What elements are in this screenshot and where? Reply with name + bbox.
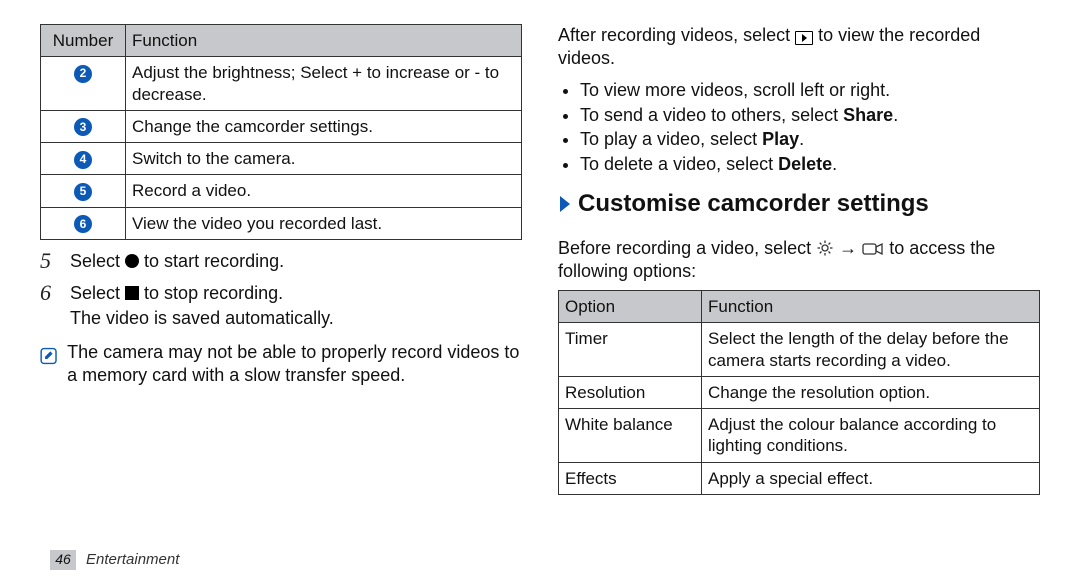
table-row: Effects Apply a special effect. bbox=[559, 462, 1040, 494]
step-body: Select to start recording. bbox=[70, 250, 522, 273]
step6-text-b: to stop recording. bbox=[144, 283, 283, 303]
step-body: Select to stop recording. The video is s… bbox=[70, 282, 522, 329]
fn-cell: Change the camcorder settings. bbox=[126, 110, 522, 142]
number-badge-6-icon: 6 bbox=[74, 215, 92, 233]
settings-gear-icon bbox=[816, 239, 834, 257]
step-5: 5 Select to start recording. bbox=[40, 250, 522, 273]
step6-sub: The video is saved automatically. bbox=[70, 307, 522, 330]
table-row: Timer Select the length of the delay bef… bbox=[559, 323, 1040, 377]
right-column: After recording videos, select to view t… bbox=[558, 24, 1040, 540]
step-6: 6 Select to stop recording. The video is… bbox=[40, 282, 522, 329]
section-heading: Customise camcorder settings bbox=[558, 189, 1040, 219]
step-number: 6 bbox=[40, 282, 60, 304]
fn-cell: Select the length of the delay before th… bbox=[702, 323, 1040, 377]
table-row: Resolution Change the resolution option. bbox=[559, 376, 1040, 408]
b1: To view more videos, scroll left or righ… bbox=[580, 80, 890, 100]
number-badge-5-icon: 5 bbox=[74, 183, 92, 201]
table-row: 3 Change the camcorder settings. bbox=[41, 110, 522, 142]
table-row: 2 Adjust the brightness; Select + to inc… bbox=[41, 57, 522, 111]
fn-cell: View the video you recorded last. bbox=[126, 207, 522, 239]
page-footer: 46 Entertainment bbox=[50, 550, 179, 570]
list-item: To delete a video, select Delete. bbox=[580, 153, 1040, 176]
note-block: The camera may not be able to properly r… bbox=[40, 341, 522, 386]
camcorder-icon bbox=[862, 241, 884, 257]
desc-mid: → bbox=[839, 238, 862, 258]
opt-cell: Timer bbox=[559, 323, 702, 377]
b3c: . bbox=[799, 129, 804, 149]
table-row: 4 Switch to the camera. bbox=[41, 143, 522, 175]
opt-cell: Effects bbox=[559, 462, 702, 494]
opt-cell: White balance bbox=[559, 409, 702, 463]
opt-cell: Resolution bbox=[559, 376, 702, 408]
b2c: . bbox=[893, 105, 898, 125]
th-function: Function bbox=[126, 25, 522, 57]
b2a: To send a video to others, select bbox=[580, 105, 843, 125]
step5-text-b: to start recording. bbox=[144, 251, 284, 271]
step5-text-a: Select bbox=[70, 251, 125, 271]
b2b: Share bbox=[843, 105, 893, 125]
b4b: Delete bbox=[778, 154, 832, 174]
stop-icon bbox=[125, 286, 139, 300]
option-function-table: Option Function Timer Select the length … bbox=[558, 290, 1040, 495]
number-function-table: Number Function 2 Adjust the brightness;… bbox=[40, 24, 522, 240]
fn-cell: Record a video. bbox=[126, 175, 522, 207]
desc-a: Before recording a video, select bbox=[558, 238, 816, 258]
fn-cell: Switch to the camera. bbox=[126, 143, 522, 175]
fn-cell: Change the resolution option. bbox=[702, 376, 1040, 408]
page-section-name: Entertainment bbox=[86, 551, 179, 570]
step6-text-a: Select bbox=[70, 283, 125, 303]
number-badge-3-icon: 3 bbox=[74, 118, 92, 136]
play-thumbnail-icon bbox=[795, 31, 813, 45]
chevron-right-icon bbox=[558, 194, 572, 214]
table-row: 6 View the video you recorded last. bbox=[41, 207, 522, 239]
page-number: 46 bbox=[50, 550, 76, 570]
page-body: Number Function 2 Adjust the brightness;… bbox=[0, 0, 1080, 540]
note-text: The camera may not be able to properly r… bbox=[67, 341, 522, 386]
number-badge-4-icon: 4 bbox=[74, 151, 92, 169]
table-row: 5 Record a video. bbox=[41, 175, 522, 207]
fn-cell: Adjust the colour balance according to l… bbox=[702, 409, 1040, 463]
section-title: Customise camcorder settings bbox=[578, 189, 929, 219]
b3a: To play a video, select bbox=[580, 129, 762, 149]
list-item: To play a video, select Play. bbox=[580, 128, 1040, 151]
table-row: White balance Adjust the colour balance … bbox=[559, 409, 1040, 463]
fn-cell: Apply a special effect. bbox=[702, 462, 1040, 494]
section-desc: Before recording a video, select → bbox=[558, 237, 1040, 282]
number-badge-2-icon: 2 bbox=[74, 65, 92, 83]
after-record-para: After recording videos, select to view t… bbox=[558, 24, 1040, 69]
th-function: Function bbox=[702, 291, 1040, 323]
note-icon bbox=[40, 341, 57, 371]
step-number: 5 bbox=[40, 250, 60, 272]
th-number: Number bbox=[41, 25, 126, 57]
left-column: Number Function 2 Adjust the brightness;… bbox=[40, 24, 522, 540]
list-item: To send a video to others, select Share. bbox=[580, 104, 1040, 127]
video-actions-list: To view more videos, scroll left or righ… bbox=[558, 79, 1040, 175]
b4a: To delete a video, select bbox=[580, 154, 778, 174]
b3b: Play bbox=[762, 129, 799, 149]
fn-cell: Adjust the brightness; Select + to incre… bbox=[126, 57, 522, 111]
record-icon bbox=[125, 254, 139, 268]
b4c: . bbox=[832, 154, 837, 174]
th-option: Option bbox=[559, 291, 702, 323]
list-item: To view more videos, scroll left or righ… bbox=[580, 79, 1040, 102]
after-text-a: After recording videos, select bbox=[558, 25, 795, 45]
